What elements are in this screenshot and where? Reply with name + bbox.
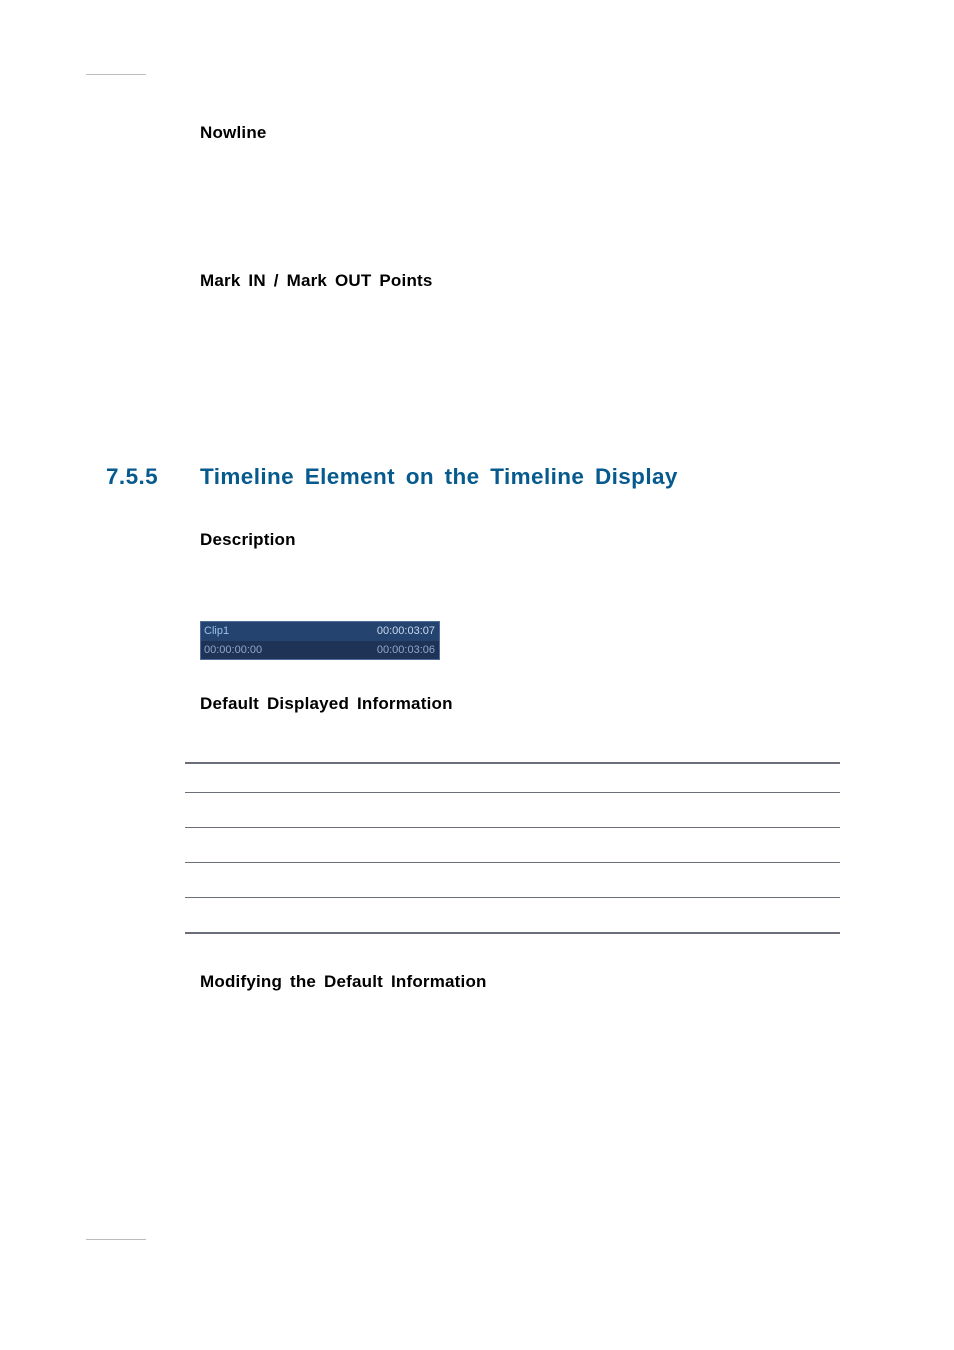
table-header-part: Part of the element bbox=[185, 763, 335, 793]
para-description: When clips are inserted into a timeline,… bbox=[200, 562, 840, 607]
table-cell-info: Clip name bbox=[335, 793, 840, 828]
section-number: 7.5.5 bbox=[106, 464, 158, 490]
table-cell-part: Lower left corner bbox=[185, 862, 335, 897]
table-cell-part: Upper left corner bbox=[185, 793, 335, 828]
heading-nowline: Nowline bbox=[200, 123, 840, 143]
para-nowline-2: The nowline is topped by an inverted tri… bbox=[200, 209, 840, 231]
clip-duration: 00:00:03:07 bbox=[377, 624, 435, 638]
table-header-info: Information displayed bbox=[335, 763, 840, 793]
content-column: Nowline The nowline is a red vertical li… bbox=[200, 0, 840, 1102]
settings-path: Settings > Timeline > General bbox=[518, 1060, 721, 1076]
para-default-displayed: The following clip information is displa… bbox=[200, 726, 840, 748]
top-hairline bbox=[86, 74, 146, 75]
table-row: Upper left corner Clip name bbox=[185, 793, 840, 828]
table-row: Upper right corner Duration of the timel… bbox=[185, 828, 840, 863]
info-table: Part of the element Information displaye… bbox=[185, 762, 840, 933]
table-row: Lower left corner TC IN of the timeline … bbox=[185, 862, 840, 897]
clip-row-bottom: 00:00:00:00 00:00:03:06 bbox=[201, 641, 439, 659]
timeline-element-example: Clip1 00:00:03:07 00:00:00:00 00:00:03:0… bbox=[200, 621, 440, 660]
table-cell-part: Upper right corner bbox=[185, 828, 335, 863]
table-cell-part: Lower right corner bbox=[185, 897, 335, 932]
para-modify-2: The default clip information can be chan… bbox=[200, 1057, 840, 1102]
para-nowline-1: The nowline is a red vertical line which… bbox=[200, 156, 840, 201]
table-cell-info: TC OUT of the timeline element in the or… bbox=[335, 897, 840, 932]
heading-default-displayed: Default Displayed Information bbox=[200, 694, 840, 714]
clip-name: Clip1 bbox=[204, 624, 229, 638]
para-modify-1: The information displayed in the lower c… bbox=[200, 1004, 840, 1049]
section-755: 7.5.5 Timeline Element on the Timeline D… bbox=[200, 464, 840, 490]
table-row: Lower right corner TC OUT of the timelin… bbox=[185, 897, 840, 932]
heading-modifying: Modifying the Default Information bbox=[200, 972, 840, 992]
bottom-hairline bbox=[86, 1239, 146, 1240]
para-mark-1: The mark IN and mark OUT points set in a… bbox=[200, 304, 840, 349]
table-cell-info: Duration of the timeline element bbox=[335, 828, 840, 863]
table-header-row: Part of the element Information displaye… bbox=[185, 763, 840, 793]
section-title: Timeline Element on the Timeline Display bbox=[200, 464, 840, 490]
table-cell-info: TC IN of the timeline element in the ori… bbox=[335, 862, 840, 897]
clip-tc-in: 00:00:00:00 bbox=[204, 643, 262, 657]
document-page: Nowline The nowline is a red vertical li… bbox=[0, 0, 954, 1350]
heading-mark-in-out: Mark IN / Mark OUT Points bbox=[200, 271, 840, 291]
para-modify-2a: The default clip information can be chan… bbox=[200, 1060, 518, 1076]
clip-tc-out: 00:00:03:06 bbox=[377, 643, 435, 657]
para-mark-2: The mark IN point indicates the beginnin… bbox=[200, 357, 840, 402]
heading-description: Description bbox=[200, 530, 840, 550]
clip-row-top: Clip1 00:00:03:07 bbox=[201, 622, 439, 640]
